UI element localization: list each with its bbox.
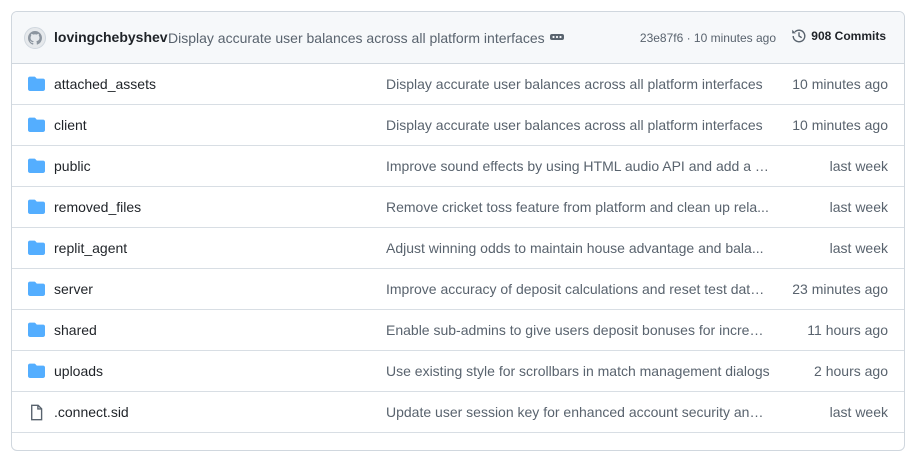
folder-icon	[28, 76, 45, 91]
file-name-link[interactable]: .connect.sid	[54, 404, 129, 420]
file-row[interactable]: public Improve sound effects by using HTM…	[12, 146, 904, 187]
file-commit-time: 23 minutes ago	[792, 281, 888, 297]
folder-icon	[28, 322, 45, 337]
file-row[interactable]: attached_assets Display accurate user bal…	[12, 64, 904, 105]
file-name-link[interactable]: removed_files	[54, 199, 141, 215]
file-row[interactable]: server Improve accuracy of deposit calcul…	[12, 269, 904, 310]
file-commit-time: last week	[829, 158, 888, 174]
file-row[interactable]: replit_agent Adjust winning odds to maint…	[12, 228, 904, 269]
file-name-link[interactable]: replit_agent	[54, 240, 127, 256]
file-list: attached_assets Display accurate user bal…	[12, 64, 904, 433]
ellipsis-icon	[550, 34, 564, 40]
folder-icon	[28, 363, 45, 378]
file-commit-time: 10 minutes ago	[792, 76, 888, 92]
folder-icon	[28, 117, 45, 132]
commit-author[interactable]: lovingchebyshev	[54, 29, 168, 45]
file-commit-time: 10 minutes ago	[792, 117, 888, 133]
file-commit-message[interactable]: Improve accuracy of deposit calculations…	[386, 281, 771, 297]
file-name-link[interactable]: shared	[54, 322, 97, 338]
file-commit-time: last week	[829, 199, 888, 215]
commits-link[interactable]: 908 Commits	[791, 28, 886, 44]
file-commit-message[interactable]: Improve sound effects by using HTML audi…	[386, 158, 771, 174]
file-commit-time: 2 hours ago	[814, 363, 888, 379]
file-row[interactable]: uploads Use existing style for scrollbars…	[12, 351, 904, 392]
file-commit-message[interactable]: Use existing style for scrollbars in mat…	[386, 363, 771, 379]
file-commit-message[interactable]: Display accurate user balances across al…	[386, 76, 771, 92]
file-name-link[interactable]: public	[54, 158, 91, 174]
commits-count: 908 Commits	[811, 29, 886, 43]
avatar[interactable]	[24, 27, 46, 49]
latest-commit-bar: lovingchebyshev Display accurate user ba…	[12, 12, 904, 64]
file-commit-time: last week	[829, 240, 888, 256]
file-icon	[28, 404, 45, 421]
commit-sha-time[interactable]: 23e87f6 · 10 minutes ago	[640, 31, 776, 45]
file-browser: lovingchebyshev Display accurate user ba…	[11, 11, 905, 451]
file-commit-time: 11 hours ago	[807, 322, 888, 338]
folder-icon	[28, 158, 45, 173]
file-name-link[interactable]: attached_assets	[54, 76, 156, 92]
file-commit-message[interactable]: Display accurate user balances across al…	[386, 117, 771, 133]
file-row[interactable]: .connect.sid Update user session key for …	[12, 392, 904, 433]
history-icon	[792, 29, 806, 43]
file-row[interactable]: shared Enable sub-admins to give users de…	[12, 310, 904, 351]
folder-icon	[28, 199, 45, 214]
folder-icon	[28, 240, 45, 255]
file-name-link[interactable]: uploads	[54, 363, 103, 379]
expand-commit-button[interactable]	[548, 31, 566, 43]
file-name-link[interactable]: client	[54, 117, 87, 133]
file-row[interactable]: removed_files Remove cricket toss feature…	[12, 187, 904, 228]
file-commit-message[interactable]: Enable sub-admins to give users deposit …	[386, 322, 771, 338]
file-name-link[interactable]: server	[54, 281, 93, 297]
folder-icon	[28, 281, 45, 296]
file-row[interactable]: client Display accurate user balances acr…	[12, 105, 904, 146]
file-commit-message[interactable]: Adjust winning odds to maintain house ad…	[386, 240, 771, 256]
github-icon	[28, 31, 42, 45]
latest-commit-message[interactable]: Display accurate user balances across al…	[168, 30, 545, 46]
file-commit-time: last week	[829, 404, 888, 420]
file-commit-message[interactable]: Update user session key for enhanced acc…	[386, 404, 771, 420]
file-commit-message[interactable]: Remove cricket toss feature from platfor…	[386, 199, 771, 215]
